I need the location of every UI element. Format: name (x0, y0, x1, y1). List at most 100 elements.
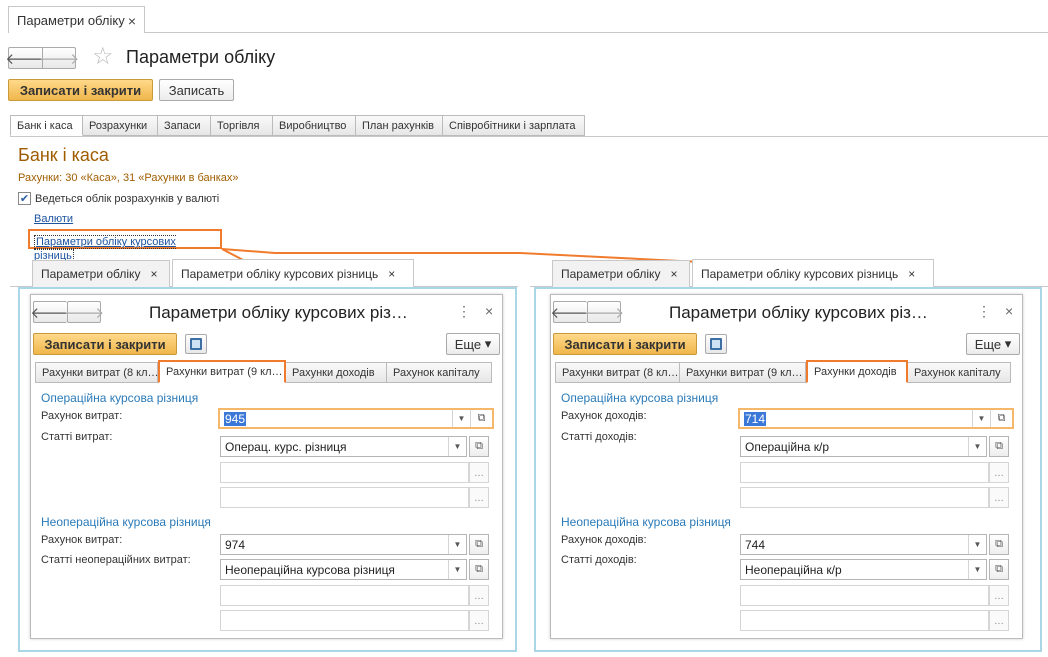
open-icon[interactable]: ⧉ (990, 410, 1012, 427)
arrow-right-icon: 🡒 (583, 304, 625, 322)
tab-label: Параметри обліку (561, 267, 661, 281)
select-button[interactable]: … (989, 585, 1009, 606)
tab-label: Параметри обліку курсових різниць (701, 266, 899, 281)
close-icon[interactable]: × (485, 303, 493, 319)
more-button[interactable]: Еще ▾ (966, 333, 1020, 355)
nonop-items-label: Статті неопераційних витрат: (41, 554, 191, 566)
tab-capital[interactable]: Рахунок капіталу (908, 362, 1011, 383)
op-items-value: Операц. курс. різниця (225, 439, 347, 454)
chevron-down-icon[interactable]: ▼ (968, 560, 986, 579)
open-icon[interactable]: ⧉ (469, 559, 489, 580)
nonop-items-value: Неопераційна курсова різниця (225, 562, 395, 577)
select-button[interactable]: … (989, 487, 1009, 508)
chevron-down-icon[interactable]: ▼ (452, 410, 470, 427)
op-account-label: Рахунок доходів: (561, 410, 647, 422)
more-vert-icon[interactable]: ⋮ (457, 303, 471, 320)
chevron-down-icon[interactable]: ▼ (448, 437, 466, 456)
close-icon[interactable]: × (388, 267, 395, 281)
select-button[interactable]: … (469, 462, 489, 483)
arrow-right-icon: 🡒 (63, 304, 105, 322)
inner-tabs: Рахунки витрат (8 кл… Рахунки витрат (9 … (555, 360, 1011, 383)
tab-label: Параметри обліку (41, 267, 141, 281)
empty-field[interactable] (220, 585, 469, 606)
nonoperational-heading: Неопераційна курсова різниця (41, 515, 211, 529)
tab-expenses-9[interactable]: Рахунки витрат (9 кл… (680, 362, 806, 383)
open-icon[interactable]: ⧉ (469, 436, 489, 457)
op-items-field[interactable]: Операційна к/р ▼ (740, 436, 987, 457)
select-button[interactable]: … (989, 462, 1009, 483)
select-button[interactable]: … (469, 610, 489, 631)
forward-button[interactable]: 🡒 (63, 301, 105, 323)
tab-expenses-9[interactable]: Рахунки витрат (9 кл… (158, 360, 286, 383)
close-icon[interactable]: × (1005, 303, 1013, 319)
close-icon[interactable]: × (670, 267, 677, 281)
nonop-account-value: 974 (225, 537, 246, 552)
floppy-save-icon[interactable] (705, 334, 727, 354)
chevron-down-icon[interactable]: ▼ (968, 535, 986, 554)
select-button[interactable]: … (989, 610, 1009, 631)
back-button[interactable]: 🡐 (550, 301, 591, 323)
op-account-field[interactable]: 714 ▼ ⧉ (738, 408, 1014, 429)
open-icon[interactable]: ⧉ (989, 436, 1009, 457)
close-icon[interactable]: × (908, 267, 915, 281)
tab-expenses-8[interactable]: Рахунки витрат (8 кл… (555, 362, 680, 383)
nonop-items-value: Неопераційна к/р (745, 562, 842, 577)
select-button[interactable]: … (469, 585, 489, 606)
op-account-value: 714 (744, 411, 767, 426)
open-icon[interactable]: ⧉ (989, 559, 1009, 580)
operational-heading: Операційна курсова різниця (41, 391, 199, 405)
empty-field[interactable] (220, 610, 469, 631)
open-icon[interactable]: ⧉ (469, 534, 489, 555)
nonop-items-label: Статті доходів: (561, 554, 637, 566)
back-button[interactable]: 🡐 (30, 301, 71, 323)
nonop-account-label: Рахунок витрат: (41, 534, 123, 546)
floppy-save-icon[interactable] (185, 334, 207, 354)
open-icon[interactable]: ⧉ (470, 410, 492, 427)
more-label: Еще (454, 336, 482, 352)
empty-field[interactable] (740, 462, 989, 483)
op-items-label: Статті витрат: (41, 431, 113, 443)
more-vert-icon[interactable]: ⋮ (977, 303, 991, 320)
tab-capital[interactable]: Рахунок капіталу (387, 362, 492, 383)
chevron-down-icon[interactable]: ▼ (968, 437, 986, 456)
chevron-down-icon[interactable]: ▼ (448, 560, 466, 579)
window-title: Параметри обліку курсових різ… (669, 303, 928, 322)
forward-button[interactable]: 🡒 (583, 301, 625, 323)
inner-tabs: Рахунки витрат (8 кл… Рахунки витрат (9 … (35, 360, 492, 383)
nonop-account-field[interactable]: 744 ▼ (740, 534, 987, 555)
more-button[interactable]: Еще ▾ (446, 333, 500, 355)
nonoperational-heading: Неопераційна курсова різниця (561, 515, 731, 529)
tab-income[interactable]: Рахунки доходів (286, 362, 387, 383)
tab-expenses-8[interactable]: Рахунки витрат (8 кл… (35, 362, 158, 383)
op-items-label: Статті доходів: (561, 431, 637, 443)
op-account-field[interactable]: 945 ▼ ⧉ (218, 408, 494, 429)
close-icon[interactable]: × (150, 267, 157, 281)
empty-field[interactable] (740, 487, 989, 508)
empty-field[interactable] (740, 585, 989, 606)
op-account-label: Рахунок витрат: (41, 410, 123, 422)
save-close-button[interactable]: Записати і закрити (33, 333, 177, 355)
select-button[interactable]: … (469, 487, 489, 508)
chevron-down-icon[interactable]: ▼ (448, 535, 466, 554)
op-items-field[interactable]: Операц. курс. різниця ▼ (220, 436, 467, 457)
panel-tab-params[interactable]: Параметри обліку × (552, 260, 690, 287)
nonop-account-value: 744 (745, 537, 766, 552)
nonop-items-field[interactable]: Неопераційна курсова різниця ▼ (220, 559, 467, 580)
tab-income[interactable]: Рахунки доходів (806, 360, 908, 383)
panel-tab-params[interactable]: Параметри обліку × (32, 260, 170, 287)
op-items-value: Операційна к/р (745, 439, 829, 454)
open-icon[interactable]: ⧉ (989, 534, 1009, 555)
panel-tab-exchange[interactable]: Параметри обліку курсових різниць × (692, 259, 934, 287)
window-title: Параметри обліку курсових різ… (149, 303, 408, 322)
nonop-account-field[interactable]: 974 ▼ (220, 534, 467, 555)
nonop-items-field[interactable]: Неопераційна к/р ▼ (740, 559, 987, 580)
op-account-value: 945 (224, 411, 247, 426)
panel-tab-exchange[interactable]: Параметри обліку курсових різниць × (172, 259, 414, 287)
save-close-button[interactable]: Записати і закрити (553, 333, 697, 355)
nonop-account-label: Рахунок доходів: (561, 534, 647, 546)
empty-field[interactable] (220, 487, 469, 508)
empty-field[interactable] (220, 462, 469, 483)
empty-field[interactable] (740, 610, 989, 631)
more-label: Еще (974, 336, 1002, 352)
chevron-down-icon[interactable]: ▼ (972, 410, 990, 427)
